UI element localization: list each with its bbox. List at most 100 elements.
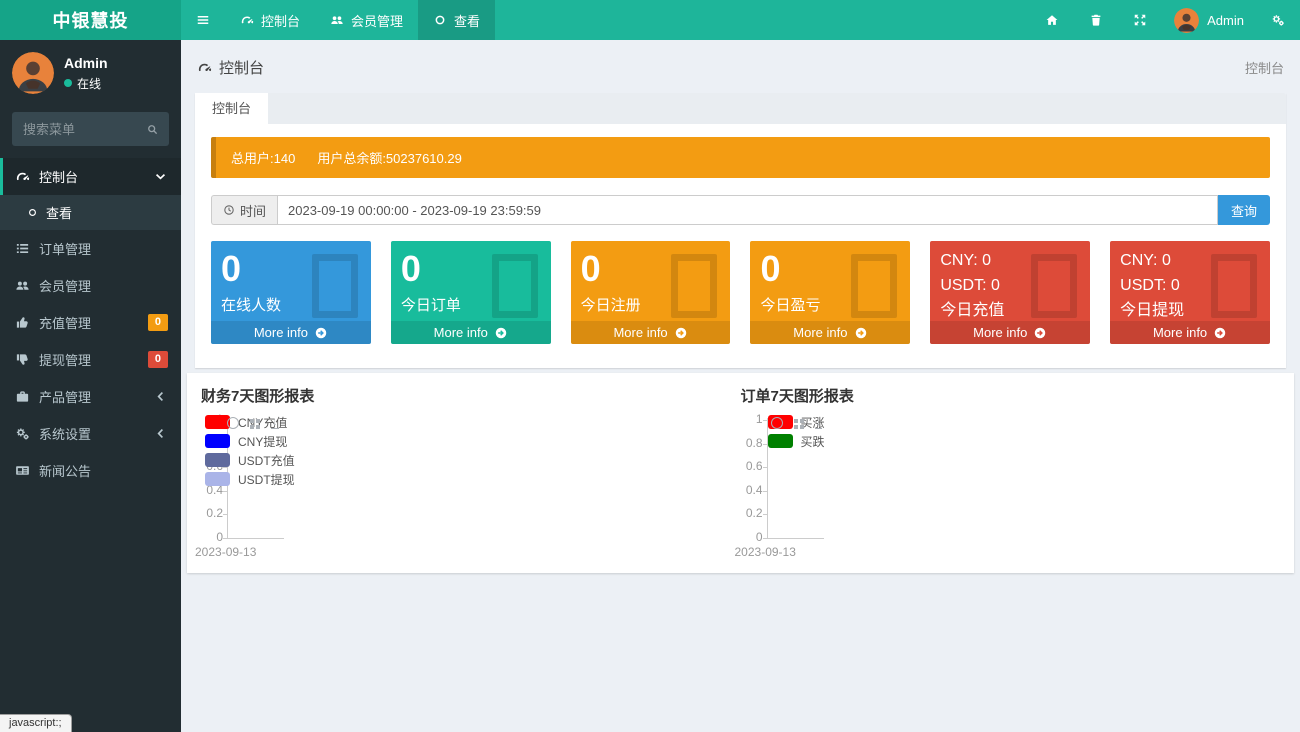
chart-download-icon[interactable]: ↓ [271,417,279,429]
sidebar-item-settings[interactable]: 系统设置 [0,415,181,452]
charts-panel: 财务7天图形报表10.80.60.40.202023-09-13CNY充值CNY… [187,373,1294,573]
gears-icon [15,426,30,441]
thumbs-down-icon [15,352,30,367]
sidebar-item-products[interactable]: 产品管理 [0,378,181,415]
more-info-link[interactable]: More info [390,321,551,344]
orders-chart: 订单7天图形报表 1 0.8 0.6 0.4 0.2 0 2023-09-13 买涨 买跌 ↓ [735,385,1281,561]
sidebar-item-view[interactable]: 查看 [0,195,181,230]
total-balance: 用户总余额:50237610.29 [317,151,462,166]
chart-title: 订单7天图形报表 [740,388,854,405]
legend-item[interactable]: USDT提现 [205,472,295,487]
chart-restore-icon[interactable] [770,417,783,429]
chart-title: 财务7天图形报表 [201,388,315,405]
box-glyph-icon [1031,254,1078,318]
chart-download-icon[interactable]: ↓ [814,417,822,429]
gears-icon [1271,13,1285,27]
fullscreen-button[interactable] [1118,0,1162,40]
sidebar-item-dashboard[interactable]: 控制台 [0,158,181,195]
chevron-left-icon [153,389,168,404]
more-info-link[interactable]: More info [570,321,731,344]
more-info-link[interactable]: More info [750,321,911,344]
sidebar-user-panel: Admin 在线 [0,40,181,108]
fullscreen-icon [1133,13,1147,27]
legend-item[interactable]: CNY提现 [205,434,295,449]
top-navbar: 中银慧投 控制台 会员管理 查看 Admin [0,0,1300,40]
sidebar-toggle-button[interactable] [181,0,225,40]
box-glyph-icon [311,254,358,318]
legend-label: CNY提现 [238,434,288,449]
more-info-label: More info [433,325,488,340]
time-filter: 时间 查询 [211,195,1270,225]
sidebar-item-withdraw[interactable]: 提现管理 0 [0,341,181,378]
more-info-label: More info [253,325,309,340]
tab-dashboard[interactable]: 控制台 [195,93,269,124]
user-name: Admin [1207,12,1244,28]
status-tooltip: javascript:; [0,714,72,732]
arrow-circle-icon [1213,326,1227,340]
avatar [12,52,54,94]
arrow-circle-icon [494,326,508,340]
box-glyph-icon [1210,254,1257,318]
total-users: 总用户:140 [231,151,296,166]
settings-button[interactable] [1256,0,1300,40]
sidebar-item-orders[interactable]: 订单管理 [0,230,181,267]
user-menu[interactable]: Admin [1162,0,1256,40]
legend-swatch [205,434,230,448]
home-button[interactable] [1030,0,1074,40]
clear-cache-button[interactable] [1074,0,1118,40]
more-info-link[interactable]: More info [930,321,1091,344]
chevron-left-icon [153,426,168,441]
online-dot-icon [64,79,72,87]
tab-content: 总用户:140 用户总余额:50237610.29 时间 查询 0在线人数Mor… [195,124,1286,368]
list-icon [15,241,30,256]
box-glyph-icon [491,254,538,318]
nav-item-members[interactable]: 会员管理 [315,0,418,40]
chart-type-icon[interactable] [793,418,798,423]
chart-restore-icon[interactable] [227,417,239,429]
chart-toolbox: ↓ [227,417,279,429]
chart-toolbox: ↓ [770,417,822,429]
legend-item[interactable]: 买跌 [767,434,825,449]
gauge-icon [240,13,254,27]
user-status[interactable]: 在线 [64,75,108,92]
date-range-input[interactable] [277,195,1218,225]
nav-item-dashboard[interactable]: 控制台 [225,0,315,40]
more-info-link[interactable]: More info [211,321,371,344]
sidebar-item-recharge[interactable]: 充值管理 0 [0,304,181,341]
bag-icon [15,389,30,404]
nav-item-view[interactable]: 查看 [418,0,496,40]
time-filter-label: 时间 [211,195,278,225]
search-icon [146,123,159,136]
chart-type-icon[interactable] [250,418,254,423]
search-input[interactable] [12,121,136,137]
y-axis-tick-label: 0.6 [745,459,763,474]
sidebar-item-label: 产品管理 [39,390,92,405]
legend-swatch [205,453,230,467]
box-glyph-icon [671,254,718,318]
y-axis-tick-label: 0.8 [745,435,763,450]
content-header: 控制台 控制台 [181,40,1300,93]
search-button[interactable] [136,122,169,137]
query-button[interactable]: 查询 [1217,195,1270,225]
hamburger-icon [196,13,210,27]
more-info-link[interactable]: More info [1110,321,1270,344]
app-logo[interactable]: 中银慧投 [0,0,181,40]
circle-icon [433,13,447,27]
clock-icon [223,204,235,216]
legend-label: USDT提现 [238,472,295,487]
legend-item[interactable]: USDT充值 [205,453,295,468]
count-badge: 0 [147,314,168,331]
arrow-circle-icon [314,326,328,340]
sidebar-item-members[interactable]: 会员管理 [0,267,181,304]
info-box-today-registrations: 0 今日注册 More info [570,241,731,344]
legend-label: 买跌 [800,434,825,449]
page-title: 控制台 [197,57,264,78]
sidebar-item-news[interactable]: 新闻公告 [0,452,181,489]
more-info-label: More info [973,325,1028,340]
users-icon [330,13,344,27]
x-axis-tick-label: 2023-09-13 [734,545,796,559]
trash-icon [1089,13,1103,27]
y-axis-tick-label: 1 [755,412,763,426]
circle-icon [27,207,38,218]
tab-box: 控制台 总用户:140 用户总余额:50237610.29 时间 查询 0在线人… [195,93,1286,368]
